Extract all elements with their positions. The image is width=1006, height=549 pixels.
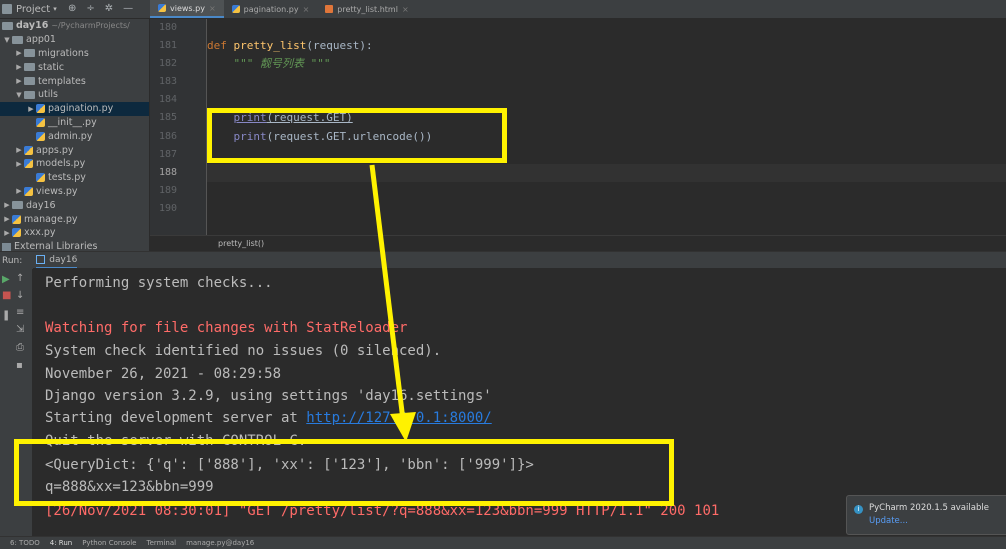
- notification-title: PyCharm 2020.1.5 available: [869, 503, 989, 513]
- arrow-head: [390, 412, 416, 442]
- update-link[interactable]: Update...: [869, 516, 908, 526]
- manage-py-task-button[interactable]: manage.py@day16: [186, 539, 254, 547]
- run-tool-button[interactable]: 4: Run: [50, 539, 72, 547]
- terminal-button[interactable]: Terminal: [146, 539, 176, 547]
- todo-tool-button[interactable]: 6: TODO: [10, 539, 40, 547]
- update-notification[interactable]: i PyCharm 2020.1.5 available Update...: [846, 495, 1006, 535]
- python-console-button[interactable]: Python Console: [82, 539, 136, 547]
- status-bar: 6: TODO 4: Run Python Console Terminal m…: [0, 536, 1006, 549]
- arrow-shaft: [369, 164, 406, 421]
- info-icon: i: [854, 505, 863, 514]
- annotation-arrow: [369, 164, 416, 442]
